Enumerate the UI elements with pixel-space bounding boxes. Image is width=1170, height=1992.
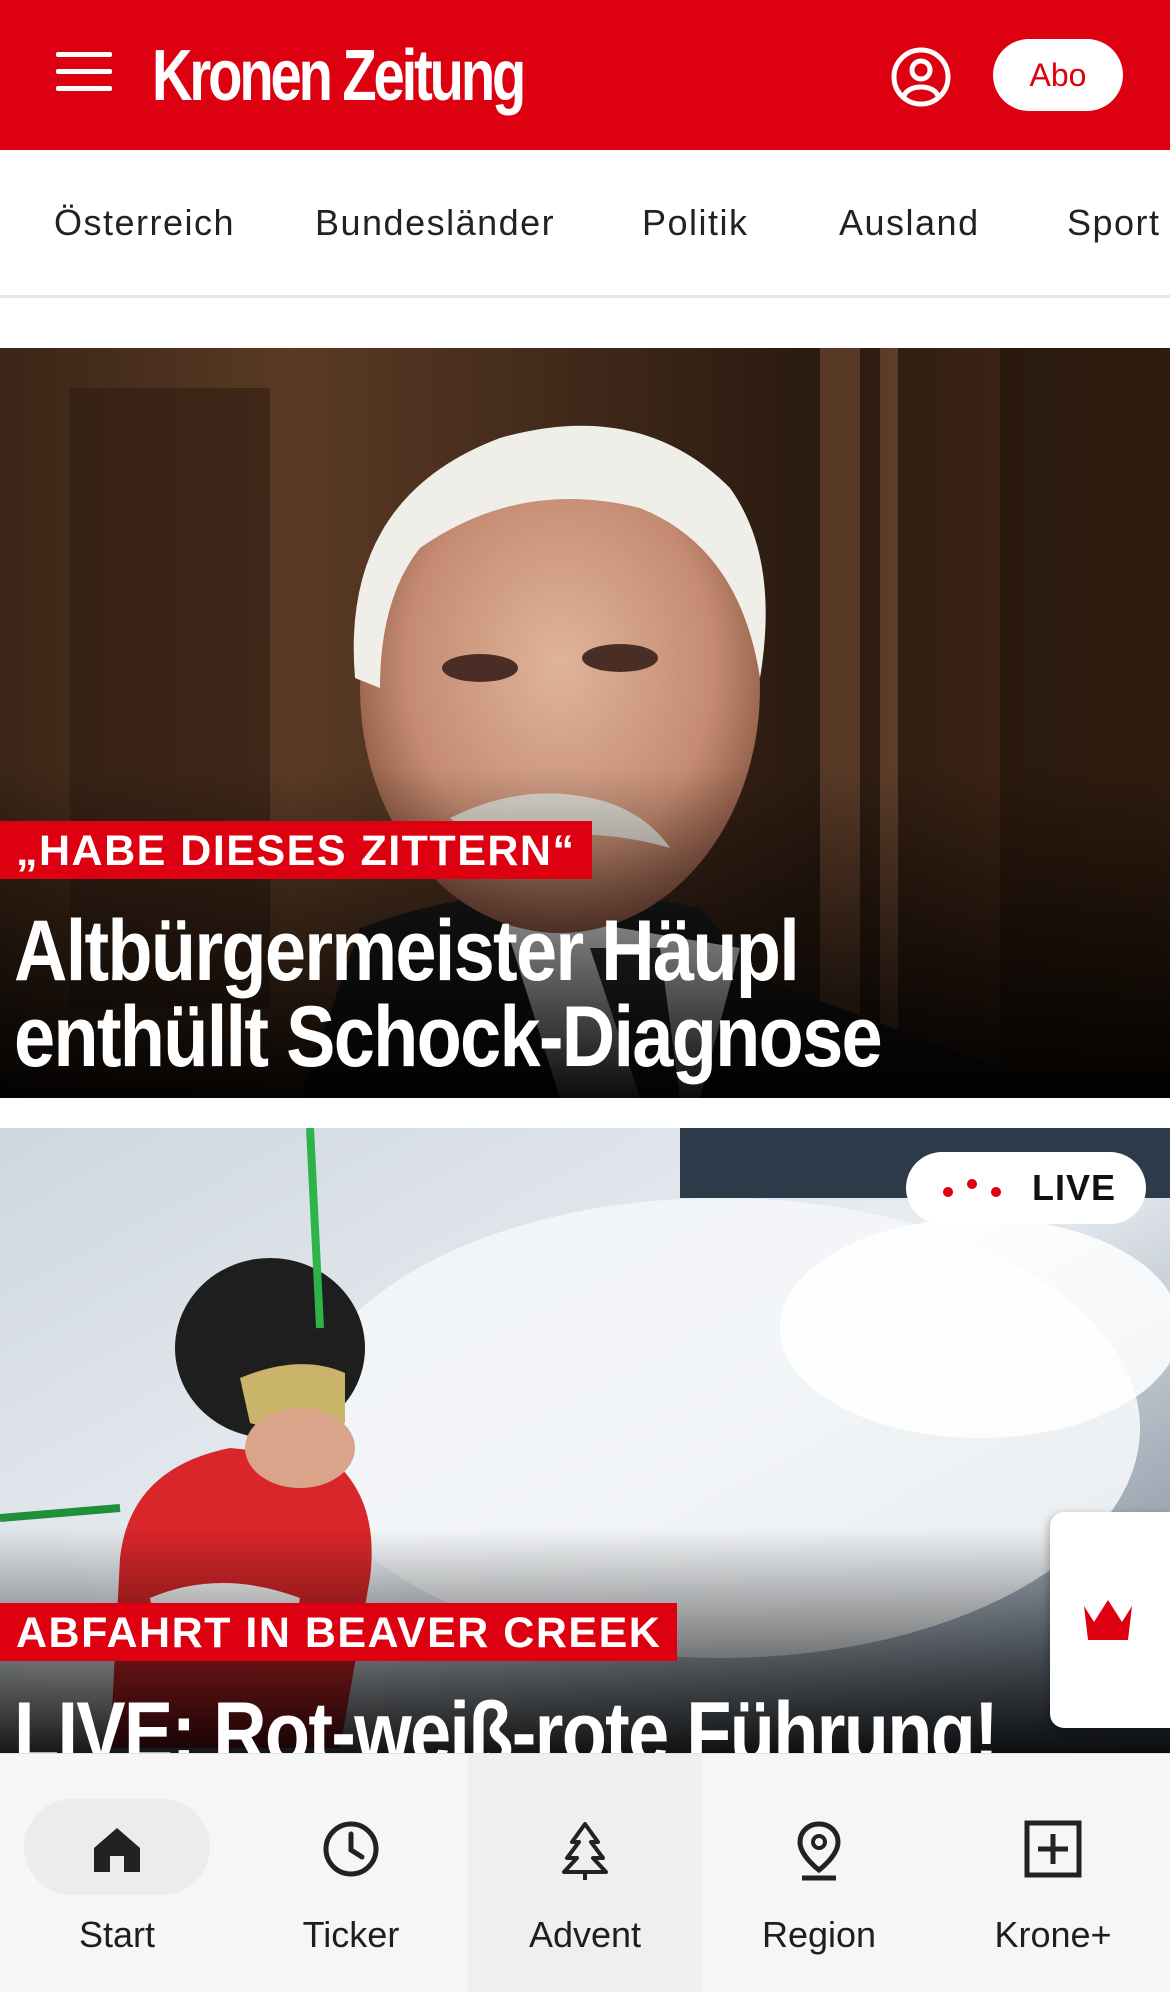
nav-label: Region [761, 1914, 877, 1955]
category-ausland[interactable]: Ausland [839, 202, 980, 244]
nav-label: Start [78, 1914, 156, 1955]
nav-ticker[interactable]: Ticker [234, 1754, 468, 1992]
nav-krone-plus[interactable]: Krone+ [936, 1754, 1170, 1992]
article-kicker: „HABE DIESES ZITTERN“ [0, 821, 592, 879]
logo[interactable]: Kronen Zeitung [152, 34, 526, 118]
tree-icon [562, 1822, 608, 1880]
menu-icon[interactable] [56, 52, 112, 92]
category-oesterreich[interactable]: Österreich [54, 202, 235, 244]
nav-start[interactable]: Start [0, 1754, 234, 1992]
nav-label: Advent [528, 1914, 642, 1955]
category-bundeslaender[interactable]: Bundesländer [315, 202, 555, 244]
account-icon[interactable] [890, 46, 952, 108]
category-sport[interactable]: Sport [1067, 202, 1161, 244]
nav-region[interactable]: Region [702, 1754, 936, 1992]
category-politik[interactable]: Politik [642, 202, 749, 244]
home-icon [94, 1828, 140, 1872]
bottom-navigation: Start Ticker Advent Region Krone+ [0, 1753, 1170, 1992]
article-kicker: ABFAHRT IN BEAVER CREEK [0, 1603, 678, 1661]
plus-square-icon [1024, 1820, 1082, 1878]
clock-icon [323, 1821, 379, 1877]
article-card-haeupl[interactable]: „HABE DIESES ZITTERN“ Altbürgermeister H… [0, 348, 1170, 1098]
live-indicator-icon [943, 1179, 1001, 1197]
app-header: Kronen Zeitung Abo [0, 0, 1170, 150]
krone-plus-tab[interactable] [1050, 1512, 1170, 1728]
article-headline: Altbürgermeister Häupl enthüllt Schock-D… [14, 903, 883, 1085]
article-headline: LIVE: Rot-weiß-rote Führung! [14, 1685, 999, 1753]
live-badge: LIVE [906, 1152, 1146, 1224]
article-card-beaver-creek[interactable]: LIVE ABFAHRT IN BEAVER CREEK LIVE: Rot-w… [0, 1128, 1170, 1753]
nav-advent[interactable]: Advent [468, 1754, 702, 1992]
category-nav: Österreich Bundesländer Politik Ausland … [0, 150, 1170, 298]
nav-label: Krone+ [994, 1914, 1112, 1955]
abo-button[interactable]: Abo [993, 39, 1123, 111]
nav-label: Ticker [302, 1914, 400, 1955]
location-pin-icon [797, 1821, 841, 1881]
crown-icon [1084, 1600, 1132, 1640]
